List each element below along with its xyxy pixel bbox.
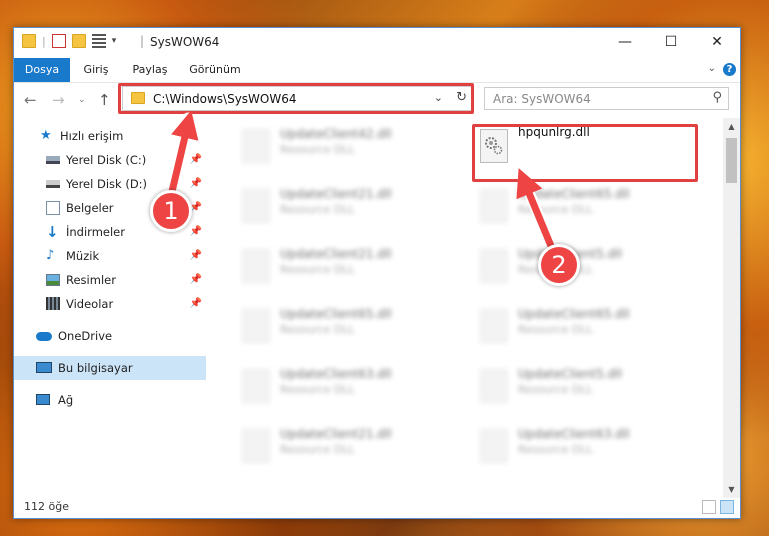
tab-giris[interactable]: Giriş [72,58,120,82]
list-item[interactable]: UpdateClient21.dll Resource DLL [232,243,452,293]
vertical-scrollbar[interactable]: ▲ ▼ [723,118,740,498]
list-item[interactable]: UpdateClient5.dll Resource DLL [470,363,690,413]
disk-icon [46,180,60,188]
explorer-window: | ▾ | SysWOW64 — ☐ ✕ Dosya Giriş Paylaş … [13,27,741,519]
scroll-thumb[interactable] [726,138,737,183]
item-count: 112 öğe [24,500,69,513]
music-icon: ♪ [46,248,55,263]
list-item[interactable]: UpdateClient63.dll Resource DLL [470,423,690,473]
list-item[interactable]: UpdateClient42.dll Resource DLL [232,123,452,173]
download-icon: ↓ [46,223,59,241]
pin-icon[interactable]: 📌 [190,268,202,292]
pin-icon[interactable]: 📌 [190,172,202,196]
forward-icon[interactable]: → [52,91,65,109]
dll-file-icon [480,429,508,463]
window-controls: — ☐ ✕ [602,28,740,58]
tiles-view-icon[interactable] [720,500,734,514]
folder-icon [22,34,36,48]
list-item[interactable]: UpdateClient63.dll Resource DLL [232,363,452,413]
ribbon-tabs: Dosya Giriş Paylaş Görünüm ⌄ ? [14,58,740,83]
network-icon [36,394,50,405]
computer-icon [36,362,52,373]
dll-file-icon [480,249,508,283]
list-item[interactable]: UpdateClient65.dll Resource DLL [232,303,452,353]
sidebar-item-music[interactable]: ♪ Müzik 📌 [14,244,206,268]
pin-icon[interactable]: 📌 [190,292,202,316]
recent-locations-icon[interactable]: ⌄ [78,95,86,105]
pictures-icon [46,274,60,286]
minimize-button[interactable]: — [602,28,648,58]
dll-file-icon [242,129,270,163]
search-box[interactable]: Ara: SysWOW64 ⚲ [484,87,729,110]
disk-icon [46,156,60,164]
status-bar: 112 öğe [14,496,740,518]
star-icon: ★ [40,128,52,143]
pin-icon[interactable]: 📌 [190,244,202,268]
dll-file-icon [480,309,508,343]
tab-paylas[interactable]: Paylaş [124,58,176,82]
dll-file-icon [242,249,270,283]
pin-icon[interactable]: 📌 [190,148,202,172]
sidebar-item-quick-access[interactable]: ★ Hızlı erişim [14,124,206,148]
address-highlight-box [118,83,474,114]
help-icon[interactable]: ? [723,63,736,76]
scroll-up-icon[interactable]: ▲ [723,118,740,135]
sidebar-item-onedrive[interactable]: OneDrive [14,324,206,348]
callout-2: 2 [538,244,580,286]
sidebar-item-network[interactable]: Ağ [14,388,206,412]
customize-toolbar-icon[interactable]: ▾ [112,36,117,46]
title-bar: | ▾ | SysWOW64 — ☐ ✕ [14,28,740,58]
tab-gorunum[interactable]: Görünüm [182,58,248,82]
window-title: SysWOW64 [150,35,220,49]
properties-icon[interactable] [51,34,66,48]
dll-file-icon [480,369,508,403]
sidebar-item-this-pc[interactable]: Bu bilgisayar [14,356,206,380]
navigation-bar: ← → ⌄ ↑ C:\Windows\SysWOW64 ⌄ ↻ Ara: Sys… [14,83,740,117]
maximize-button[interactable]: ☐ [648,28,694,58]
list-item[interactable]: UpdateClient65.dll Resource DLL [470,303,690,353]
videos-icon [46,297,60,310]
dll-file-icon [242,189,270,223]
tab-dosya[interactable]: Dosya [14,58,70,82]
view-options-icon[interactable] [91,34,106,48]
up-icon[interactable]: ↑ [98,91,111,109]
ribbon-expand-icon[interactable]: ⌄ [708,63,716,74]
navigation-pane: ★ Hızlı erişim Yerel Disk (C:) 📌 Yerel D… [14,118,206,488]
pin-icon[interactable]: 📌 [190,220,202,244]
documents-icon [46,201,60,215]
back-icon[interactable]: ← [24,91,37,109]
file-highlight-box [472,124,698,182]
dll-file-icon [480,189,508,223]
list-item[interactable]: UpdateClient65.dll Resource DLL [470,183,690,233]
sidebar-item-local-disk-c[interactable]: Yerel Disk (C:) 📌 [14,148,206,172]
new-folder-icon[interactable] [71,34,86,48]
details-view-icon[interactable] [702,500,716,514]
dll-file-icon [242,429,270,463]
callout-1: 1 [150,190,192,232]
cloud-icon [36,332,52,341]
search-icon[interactable]: ⚲ [712,90,722,105]
dll-file-icon [242,309,270,343]
quick-access-toolbar: | ▾ [22,34,116,48]
view-buttons [702,500,734,514]
search-input[interactable]: Ara: SysWOW64 [493,92,591,106]
dll-file-icon [242,369,270,403]
close-button[interactable]: ✕ [694,28,740,58]
list-item[interactable]: UpdateClient21.dll Resource DLL [232,423,452,473]
list-item[interactable]: UpdateClient21.dll Resource DLL [232,183,452,233]
sidebar-item-pictures[interactable]: Resimler 📌 [14,268,206,292]
sidebar-item-videos[interactable]: Videolar 📌 [14,292,206,316]
list-item[interactable]: UpdateClient5.dll Resource DLL [470,243,690,293]
